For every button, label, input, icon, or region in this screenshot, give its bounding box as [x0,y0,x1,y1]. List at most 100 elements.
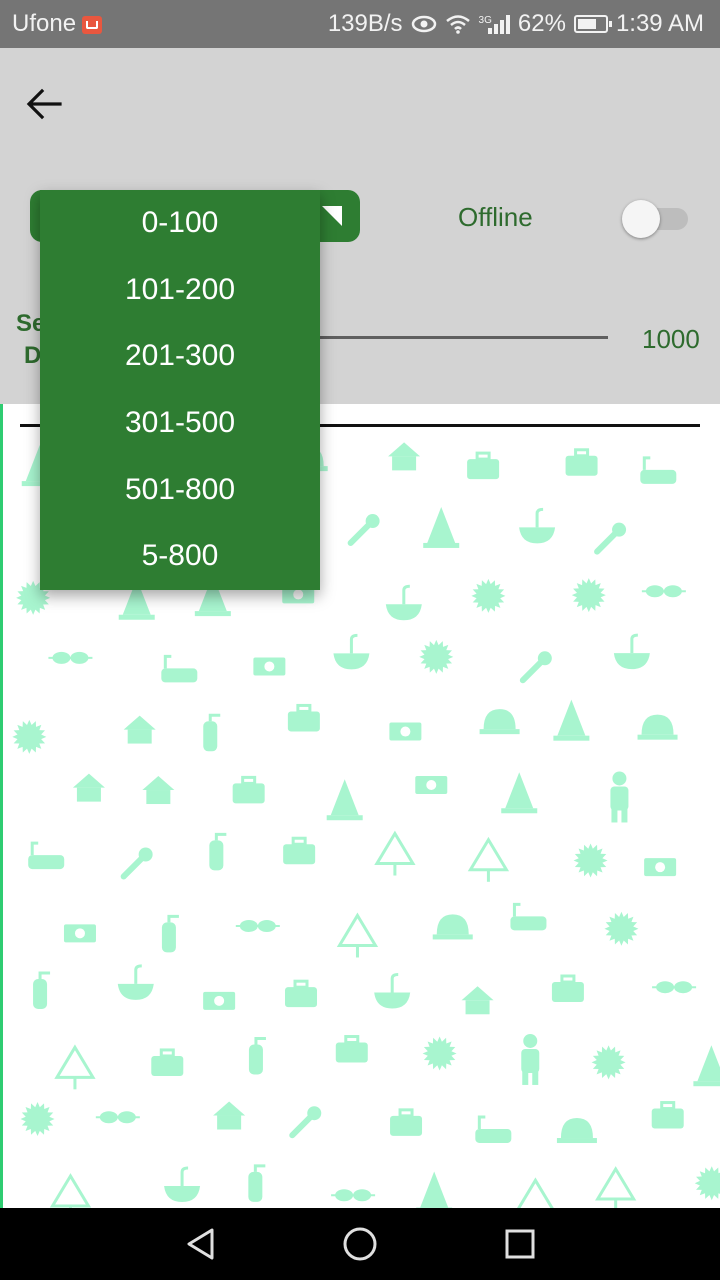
offline-label: Offline [458,202,533,232]
sink-icon [117,964,154,1000]
extinguisher-icon [209,832,227,871]
sink-icon [374,972,411,1009]
money-icon [203,991,236,1010]
nav-recents-button[interactable] [500,1224,540,1264]
dropdown-option[interactable]: 201-300 [40,323,320,390]
money-icon [415,776,448,795]
goggles-icon [652,981,697,994]
saw-blade-icon [694,1166,720,1201]
offline-toggle[interactable] [622,200,688,238]
carrier-name: Ufone [12,10,77,37]
warning-sign-icon [374,830,416,876]
goggles-icon [235,919,280,932]
toolbox-icon [285,979,318,1008]
battery-icon [573,15,612,33]
wrench-icon [347,514,380,547]
helmet-icon [556,1118,597,1144]
range-dropdown-menu: 0-100 101-200 201-300 301-500 501-800 5-… [40,190,320,590]
house-icon [72,773,105,802]
helmet-icon [479,709,520,735]
battery-percent: 62% [517,10,566,37]
warning-sign-icon [467,836,510,882]
sink-icon [519,507,556,544]
warning-sign-icon [517,1177,554,1208]
toolbox-icon [565,448,598,476]
saw-blade-icon [419,639,454,674]
saw-blade-icon [604,911,639,946]
goggles-icon [641,585,686,598]
dropdown-option[interactable]: 0-100 [40,190,320,257]
sink-icon [385,584,422,621]
dropdown-option[interactable]: 101-200 [40,257,320,324]
saw-blade-icon [573,843,608,878]
saw-blade-icon [571,578,606,613]
slider-value: 1000 [642,324,700,354]
warning-sign-icon [49,1173,92,1208]
extinguisher-icon [161,914,179,953]
back-button[interactable] [22,82,66,126]
message-notification-icon [82,16,103,34]
extinguisher-icon [248,1037,266,1075]
toolbox-icon [390,1108,423,1136]
extinguisher-icon [33,971,51,1009]
net-speed: 139B/s [327,10,403,37]
back-triangle-icon [187,1228,214,1260]
extinguisher-icon [248,1164,266,1202]
wrench-icon [289,1106,322,1139]
extinguisher-icon [203,713,221,752]
worker-icon [610,771,629,823]
goggles-icon [48,651,93,664]
bathtub-icon [640,456,677,484]
sink-icon [164,1166,201,1202]
saw-blade-icon [12,719,47,754]
network-type: 3G [478,15,492,26]
bathtub-icon [28,841,65,870]
toolbox-icon [283,836,316,865]
helmet-icon [637,714,678,740]
house-icon [388,442,421,471]
worker-icon [521,1033,540,1085]
house-icon [213,1101,246,1130]
dropdown-option[interactable]: 301-500 [40,390,320,457]
house-icon [123,715,156,744]
money-icon [389,722,422,741]
toolbox-icon [151,1048,184,1076]
wifi-icon [445,15,470,34]
nav-home-button[interactable] [340,1224,380,1264]
bathtub-icon [510,902,547,931]
cone-icon [501,772,538,814]
money-icon [644,858,677,877]
home-circle-icon [343,1227,377,1261]
money-icon [253,657,286,676]
cone-icon [553,699,590,741]
toolbox-icon [551,974,584,1003]
goggles-icon [95,1111,140,1124]
toolbox-icon [232,775,265,804]
sink-icon [613,633,650,670]
goggles-icon [331,1189,376,1202]
warning-sign-icon [336,912,379,958]
money-icon [63,924,96,943]
saw-blade-icon [471,578,506,613]
dropdown-option[interactable]: 5-800 [40,523,320,590]
recents-square-icon [505,1229,535,1259]
nav-back-button[interactable] [180,1224,220,1264]
toolbox-icon [467,451,500,480]
cone-icon [326,779,363,821]
distance-slider-track[interactable] [300,336,608,339]
eye-icon [411,15,436,33]
warning-sign-icon [595,1166,637,1208]
dropdown-triangle-icon [322,206,342,226]
system-nav-bar [0,1208,720,1280]
warning-sign-icon [54,1044,96,1090]
saw-blade-icon [422,1036,457,1071]
status-bar: Ufone 139B/s 3G 62% 1:39 AM [0,0,720,48]
cone-icon [693,1045,720,1087]
house-icon [142,776,175,805]
toolbox-icon [287,703,320,732]
house-icon [461,986,494,1015]
toolbox-icon [651,1101,684,1129]
cone-icon [423,506,460,548]
bathtub-icon [475,1115,512,1143]
dropdown-option[interactable]: 501-800 [40,456,320,523]
